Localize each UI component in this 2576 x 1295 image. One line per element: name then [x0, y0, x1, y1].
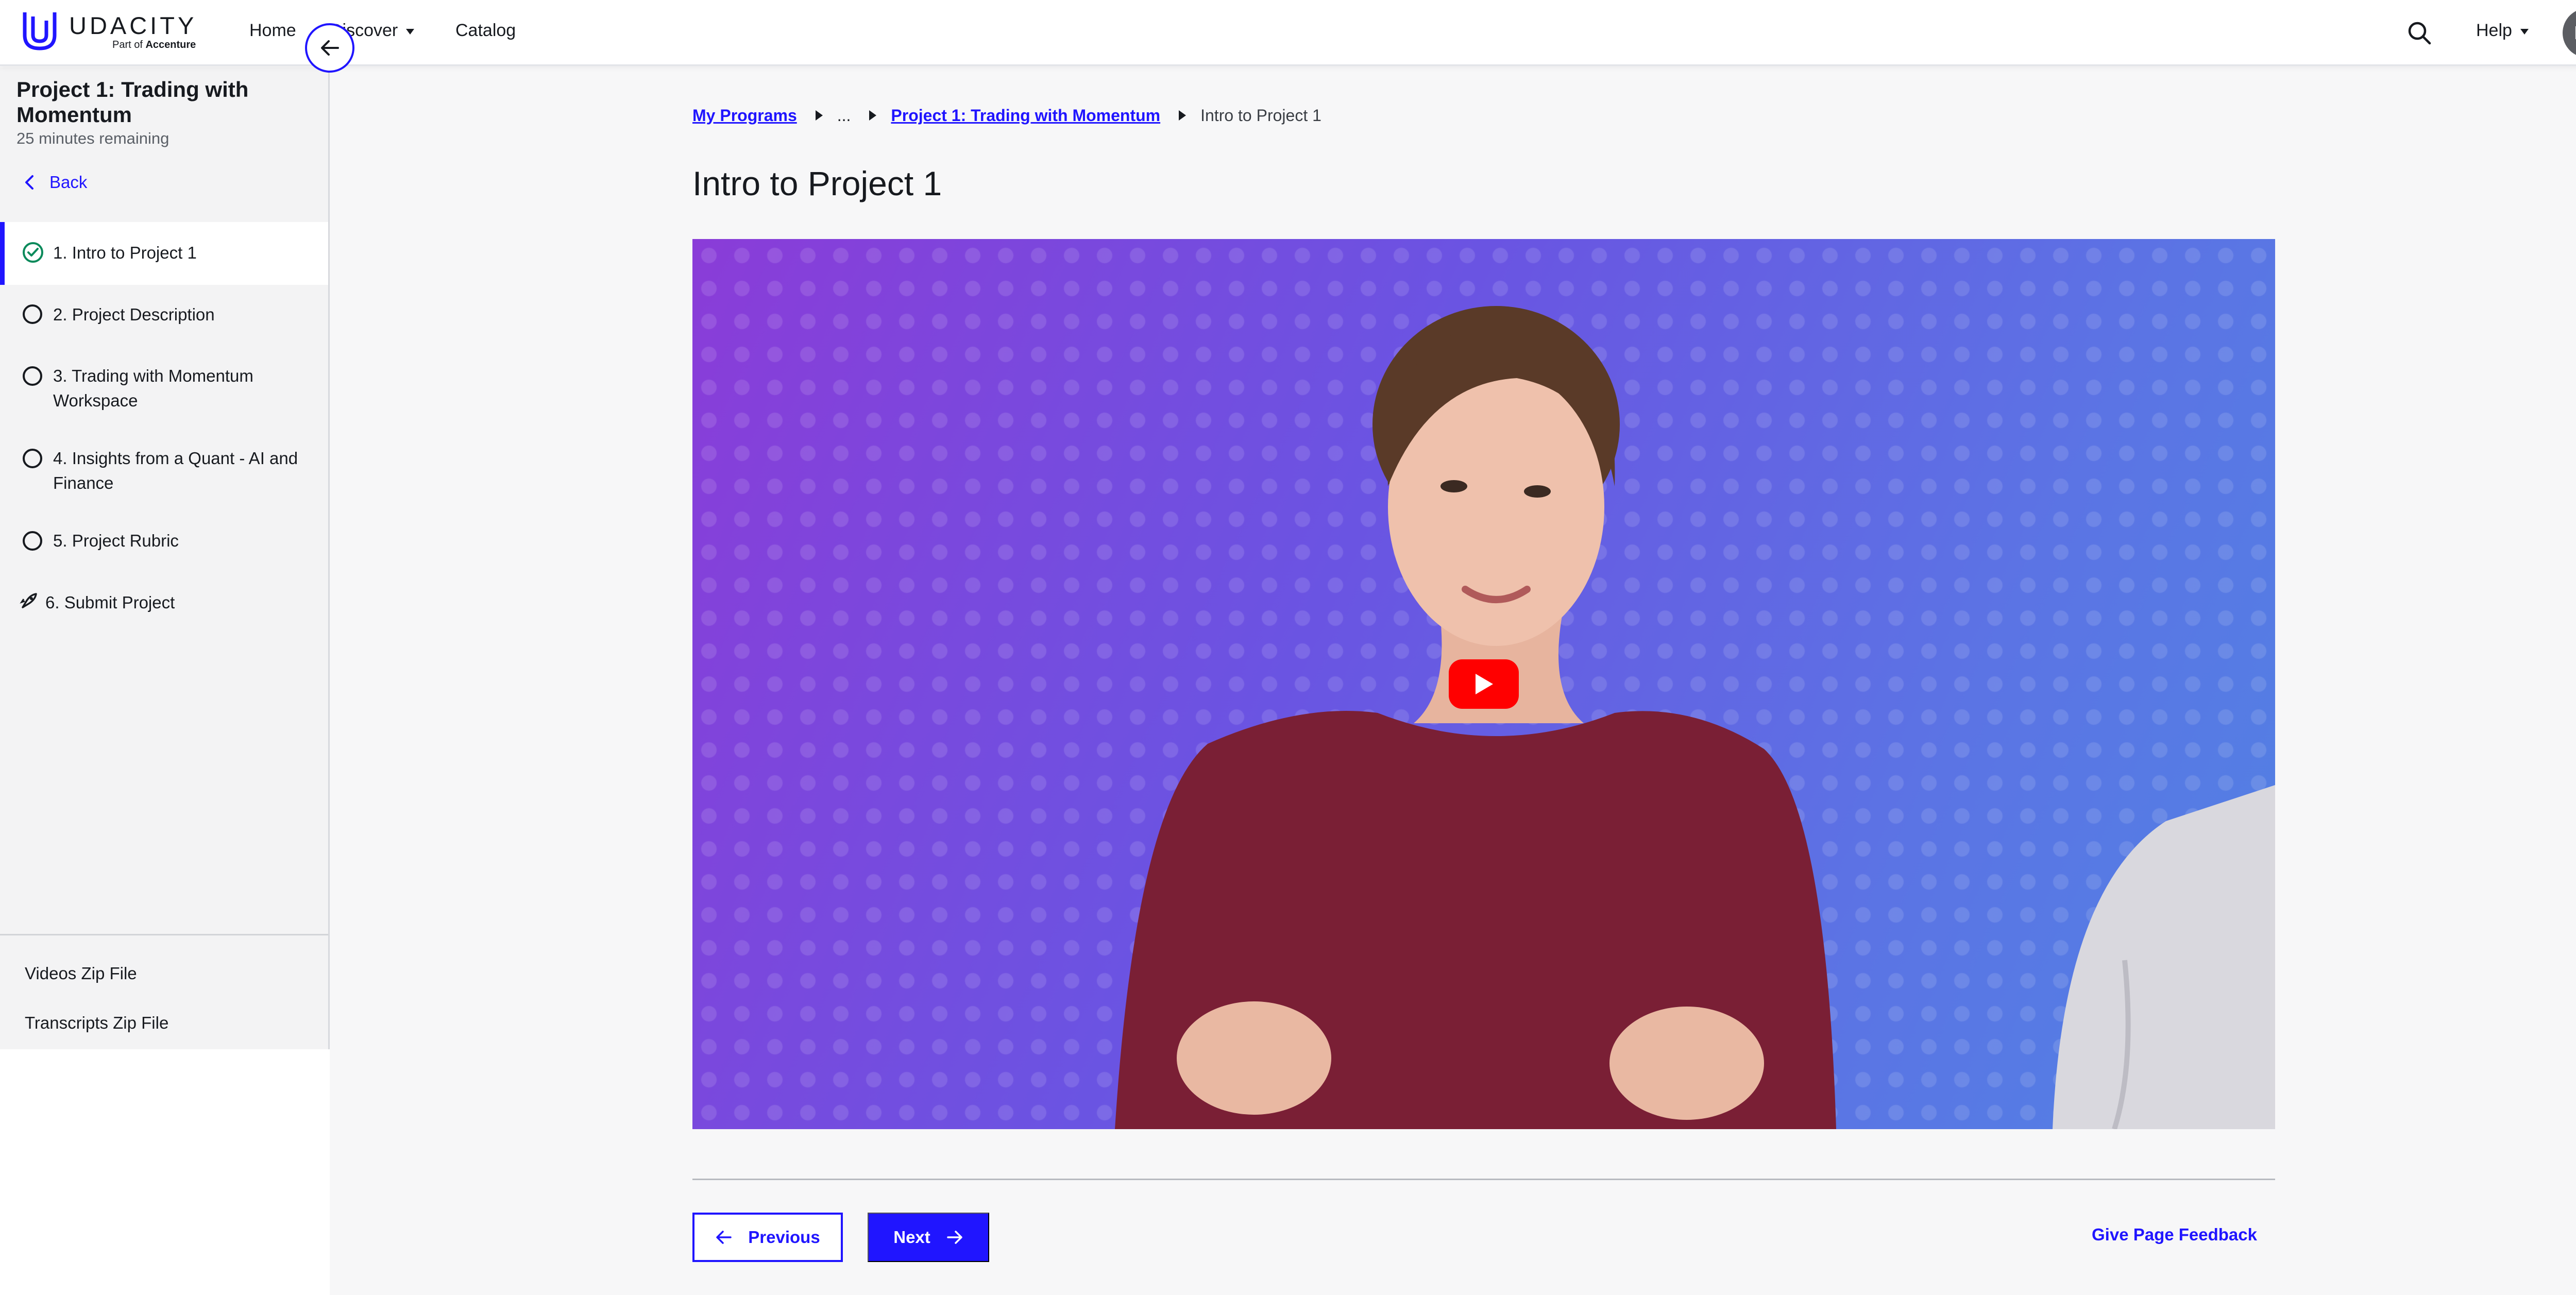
lesson-label: 6. Submit Project [45, 593, 175, 612]
lesson-label: 4. Insights from a Quant - AI and Financ… [53, 449, 298, 492]
breadcrumb-separator-icon [1179, 110, 1187, 121]
top-navigation: UDACITY Part of Accenture Home Discover … [0, 0, 2576, 66]
breadcrumb-separator-icon [815, 110, 823, 121]
lesson-item-5[interactable]: 5. Project Rubric [0, 512, 328, 573]
sidebar-divider [0, 934, 328, 935]
rocket-icon [20, 593, 37, 608]
check-circle-icon [23, 242, 43, 263]
circle-icon [23, 366, 42, 386]
lesson-sidebar: Project 1: Trading with Momentum 25 minu… [0, 67, 330, 1049]
user-avatar[interactable]: HC [2563, 8, 2576, 58]
breadcrumb-current: Intro to Project 1 [1200, 106, 1321, 125]
caret-down-icon [406, 28, 415, 35]
arrow-left-icon [321, 40, 339, 56]
lesson-item-3[interactable]: 3. Trading with Momentum Workspace [0, 347, 328, 429]
search-icon [2408, 22, 2431, 45]
nav-home[interactable]: Home [249, 21, 296, 41]
breadcrumb: My Programs ... Project 1: Trading with … [692, 104, 1321, 127]
lesson-label: 1. Intro to Project 1 [53, 243, 197, 262]
next-button[interactable]: Next [868, 1213, 989, 1262]
lesson-list: 1. Intro to Project 1 2. Project Descrip… [0, 222, 328, 635]
content-divider [692, 1179, 2275, 1180]
sidebar-footer-space [0, 1049, 330, 1295]
page-feedback-link[interactable]: Give Page Feedback [2092, 1225, 2257, 1245]
previous-button[interactable]: Previous [692, 1213, 843, 1262]
logo-subtitle: Part of Accenture [112, 39, 196, 50]
play-button[interactable] [1449, 659, 1519, 709]
chevron-left-icon [25, 175, 33, 190]
nav-catalog[interactable]: Catalog [455, 21, 516, 41]
udacity-logo-icon [23, 12, 57, 50]
help-menu[interactable]: Help [2476, 21, 2529, 41]
logo-wordmark: UDACITY [69, 12, 197, 39]
arrow-left-icon [716, 1231, 732, 1244]
lesson-item-2[interactable]: 2. Project Description [0, 285, 328, 347]
videos-zip-link[interactable]: Videos Zip File [25, 964, 137, 983]
play-icon [1476, 674, 1493, 694]
circle-icon [23, 531, 42, 551]
udacity-logo[interactable]: UDACITY Part of Accenture [22, 8, 207, 58]
lesson-item-1[interactable]: 1. Intro to Project 1 [0, 222, 328, 285]
lesson-item-6[interactable]: 6. Submit Project [0, 573, 328, 635]
lesson-label: 2. Project Description [53, 305, 215, 324]
lesson-item-4[interactable]: 4. Insights from a Quant - AI and Financ… [0, 429, 328, 512]
breadcrumb-separator-icon [869, 110, 877, 121]
sidebar-project-title: Project 1: Trading with Momentum [16, 77, 249, 127]
circle-icon [23, 304, 42, 324]
search-button[interactable] [2406, 20, 2433, 46]
back-link[interactable]: Back [24, 173, 87, 192]
breadcrumb-project[interactable]: Project 1: Trading with Momentum [891, 106, 1160, 125]
lesson-label: 3. Trading with Momentum Workspace [53, 366, 253, 410]
breadcrumb-my-programs[interactable]: My Programs [692, 106, 797, 125]
time-remaining: 25 minutes remaining [16, 129, 170, 147]
page-title: Intro to Project 1 [692, 164, 942, 202]
video-player[interactable] [692, 239, 2275, 1129]
lesson-label: 5. Project Rubric [53, 531, 179, 550]
caret-down-icon [2520, 28, 2529, 35]
circle-icon [23, 449, 42, 468]
transcripts-zip-link[interactable]: Transcripts Zip File [25, 1013, 168, 1033]
arrow-right-icon [947, 1231, 962, 1244]
breadcrumb-ellipsis[interactable]: ... [837, 106, 851, 125]
collapse-sidebar-button[interactable] [305, 23, 354, 73]
